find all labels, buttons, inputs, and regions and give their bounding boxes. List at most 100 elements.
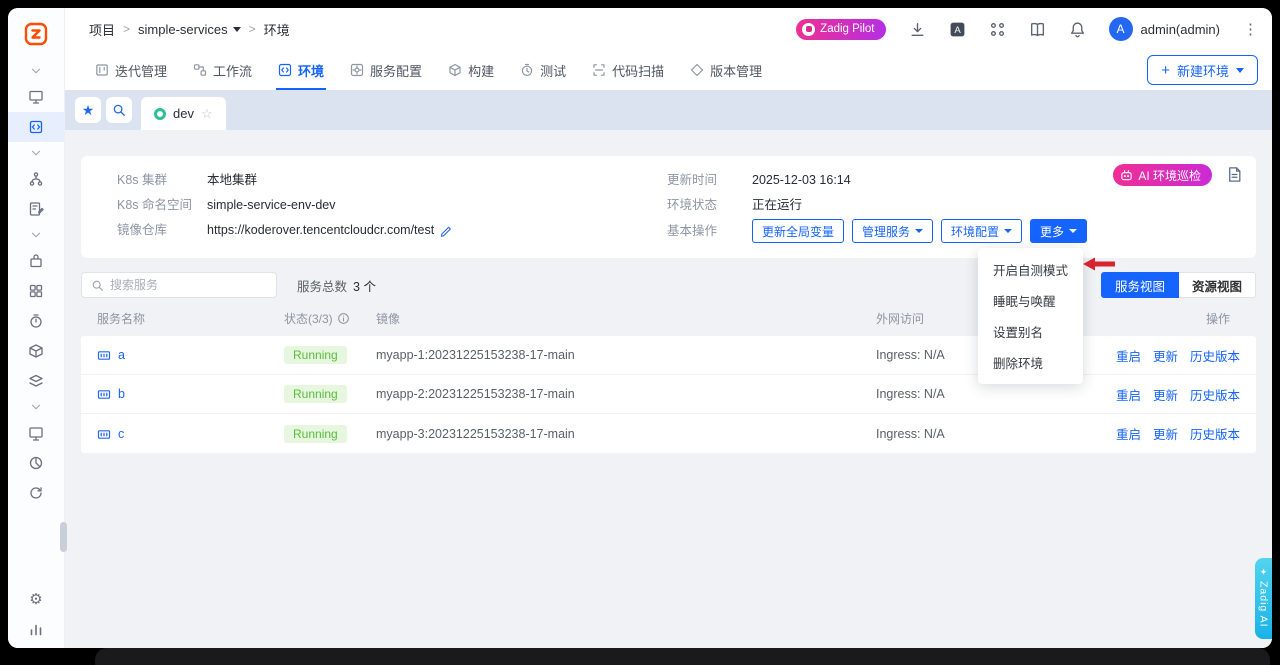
breadcrumb-root[interactable]: 项目: [89, 20, 115, 39]
sync-loop-icon[interactable]: [8, 478, 64, 508]
status-badge: Running: [284, 425, 347, 443]
update-link[interactable]: 更新: [1153, 424, 1178, 443]
collapse-chevron-icon[interactable]: [8, 142, 64, 164]
zadig-logo-icon[interactable]: [22, 20, 50, 48]
code-scan-icon: [592, 63, 606, 77]
manage-services-button[interactable]: 管理服务: [852, 219, 933, 243]
menu-item-sleep-wake[interactable]: 睡眠与唤醒: [978, 285, 1083, 316]
collapse-chevron-icon[interactable]: [8, 60, 64, 82]
tab-iteration[interactable]: 迭代管理: [95, 50, 167, 90]
edit-pencil-icon[interactable]: [440, 224, 453, 237]
info-value: 本地集群: [207, 169, 257, 191]
menu-item-self-test-mode[interactable]: 开启自测模式: [978, 254, 1083, 285]
search-icon: [91, 279, 104, 292]
translate-icon[interactable]: A: [949, 21, 966, 38]
layers-icon[interactable]: [8, 366, 64, 396]
service-image: myapp-2:20231225153238-17-main: [376, 387, 876, 401]
header-actions: 操作: [1090, 310, 1240, 327]
kebab-menu-icon[interactable]: ⋮: [1243, 20, 1258, 38]
pie-chart-icon[interactable]: [8, 448, 64, 478]
history-link[interactable]: 历史版本: [1190, 424, 1240, 443]
vm-monitor-icon[interactable]: [8, 418, 64, 448]
service-search-input[interactable]: [110, 278, 267, 292]
tab-label: 服务配置: [370, 61, 422, 80]
project-tree-icon[interactable]: [8, 164, 64, 194]
restart-link[interactable]: 重启: [1116, 424, 1141, 443]
tab-release[interactable]: 版本管理: [690, 50, 762, 90]
update-link[interactable]: 更新: [1153, 346, 1178, 365]
service-total-value: 3 个: [353, 276, 376, 295]
ai-env-inspect-button[interactable]: AI 环境巡检: [1113, 164, 1212, 186]
env-tab-dev[interactable]: dev ☆: [141, 97, 226, 130]
zadig-ai-side-tab[interactable]: ✦ Zadig AI: [1255, 558, 1272, 639]
history-link[interactable]: 历史版本: [1190, 346, 1240, 365]
info-circle-icon[interactable]: [337, 312, 350, 325]
environment-info-card: K8s 集群 本地集群 K8s 命名空间 simple-service-env-…: [81, 156, 1256, 258]
favorite-star-button[interactable]: ★: [75, 97, 101, 123]
timer-icon[interactable]: [8, 306, 64, 336]
restart-link[interactable]: 重启: [1116, 346, 1141, 365]
breadcrumb-project-select[interactable]: simple-services: [138, 22, 241, 37]
settings-gear-icon[interactable]: ⚙: [8, 584, 64, 614]
more-button[interactable]: 更多: [1030, 219, 1087, 243]
service-link[interactable]: b: [97, 387, 284, 401]
user-menu[interactable]: A admin(admin): [1109, 17, 1220, 41]
environment-tab-strip: ★ dev ☆: [65, 90, 1272, 130]
menu-item-delete-env[interactable]: 删除环境: [978, 347, 1083, 378]
docs-book-icon[interactable]: [1029, 21, 1046, 38]
sparkle-icon: ✦: [1260, 567, 1268, 578]
template-grid-icon[interactable]: [8, 276, 64, 306]
star-outline-icon[interactable]: ☆: [201, 106, 213, 122]
tab-build[interactable]: 构建: [448, 50, 494, 90]
sidebar-item-environments[interactable]: [8, 112, 64, 142]
stats-chart-icon[interactable]: [8, 614, 64, 644]
menu-item-set-alias[interactable]: 设置别名: [978, 316, 1083, 347]
apps-cluster-icon[interactable]: [989, 21, 1006, 38]
new-environment-button[interactable]: + 新建环境: [1147, 55, 1258, 85]
tab-code-scan[interactable]: 代码扫描: [592, 50, 664, 90]
form-edit-icon[interactable]: [8, 194, 64, 224]
row-actions: 重启 更新 历史版本: [1090, 424, 1240, 443]
resource-view-button[interactable]: 资源视图: [1179, 272, 1256, 298]
user-name: admin(admin): [1141, 22, 1220, 37]
annotation-arrow-icon: [1082, 256, 1116, 272]
restart-link[interactable]: 重启: [1116, 385, 1141, 404]
breadcrumb-project-name: simple-services: [138, 22, 228, 37]
service-view-button[interactable]: 服务视图: [1101, 272, 1179, 298]
service-link[interactable]: c: [97, 427, 284, 441]
plugin-icon[interactable]: [8, 246, 64, 276]
env-config-button[interactable]: 环境配置: [941, 219, 1022, 243]
update-global-vars-button[interactable]: 更新全局变量: [752, 219, 844, 243]
env-search-button[interactable]: [106, 97, 132, 123]
test-stopwatch-icon: [520, 63, 534, 77]
content-area: K8s 集群 本地集群 K8s 命名空间 simple-service-env-…: [65, 130, 1272, 648]
tab-label: 构建: [468, 61, 494, 80]
download-icon[interactable]: [909, 21, 926, 38]
tab-test[interactable]: 测试: [520, 50, 566, 90]
env-report-icon[interactable]: [1226, 166, 1243, 183]
breadcrumb-separator: >: [249, 22, 256, 36]
pilot-label: Zadig Pilot: [820, 23, 874, 35]
collapse-chevron-icon[interactable]: [8, 224, 64, 246]
new-environment-label: 新建环境: [1177, 61, 1229, 80]
build-cube-icon: [448, 63, 462, 77]
bell-icon[interactable]: [1069, 21, 1086, 38]
container-icon: [97, 348, 111, 362]
update-link[interactable]: 更新: [1153, 385, 1178, 404]
tab-environments[interactable]: 环境: [278, 50, 324, 90]
info-label: K8s 命名空间: [117, 194, 207, 216]
tab-workflow[interactable]: 工作流: [193, 50, 252, 90]
tab-service-config[interactable]: 服务配置: [350, 50, 422, 90]
package-icon[interactable]: [8, 336, 64, 366]
dashboard-icon[interactable]: [8, 82, 64, 112]
service-link[interactable]: a: [97, 348, 284, 362]
env-status-dot-icon: [154, 108, 166, 120]
sidebar-bottom-menu: ⚙: [8, 584, 64, 648]
chevron-down-icon: [1069, 229, 1077, 233]
collapse-chevron-icon[interactable]: [8, 396, 64, 418]
history-link[interactable]: 历史版本: [1190, 385, 1240, 404]
zadig-pilot-button[interactable]: Zadig Pilot: [796, 19, 885, 40]
service-status-cell: Running: [284, 346, 376, 364]
sidebar-resize-handle[interactable]: [60, 522, 67, 552]
header-status: 状态(3/3): [284, 310, 376, 327]
